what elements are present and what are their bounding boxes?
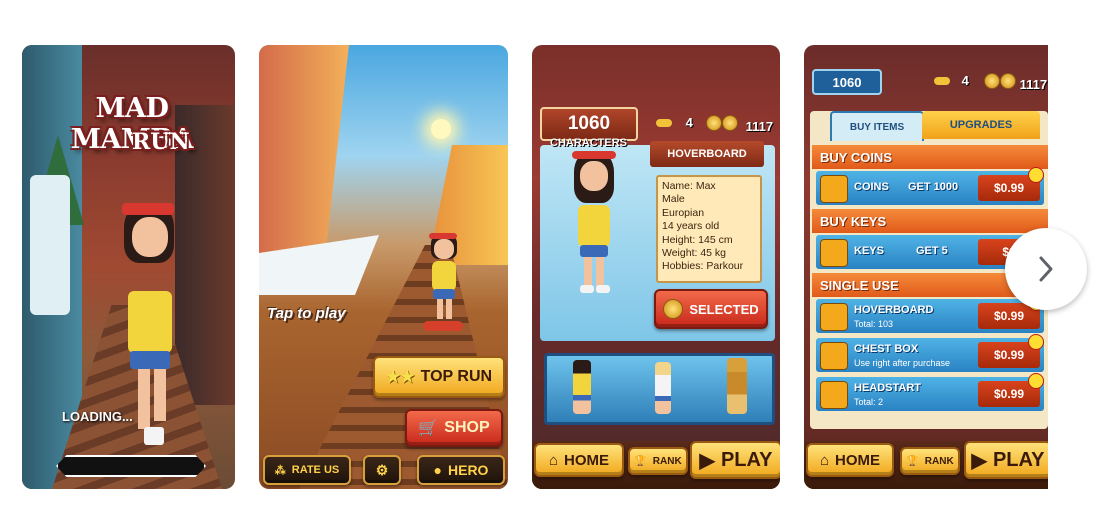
character-lineup[interactable]: [544, 353, 775, 425]
coins-row[interactable]: COINS GET 1000 $0.99: [816, 167, 1044, 205]
trophy-icon: 🏆: [634, 455, 647, 467]
coin-bag-icon: [820, 175, 848, 203]
headstart-row[interactable]: HEADSTART Total: 2 $0.99: [816, 373, 1044, 411]
carousel-next-button[interactable]: [1005, 228, 1087, 310]
chest-icon: [820, 342, 848, 370]
hero-mask-icon: ●: [433, 462, 442, 478]
rocket-icon: [820, 381, 848, 409]
coins-counter: 1117: [706, 115, 773, 134]
play-button[interactable]: ▶ PLAY: [690, 441, 780, 479]
play-icon: ▶: [971, 449, 987, 472]
screenshot-menu[interactable]: Tap to play ★★ TOP RUN 🛒 SHOP ⁂ RATE US …: [259, 45, 508, 489]
hoverboard-button[interactable]: HOVERBOARD: [650, 141, 764, 167]
selected-button[interactable]: SELECTED: [654, 289, 768, 329]
home-icon: ⌂: [819, 451, 830, 469]
key-icon: [934, 77, 950, 85]
keys-counter: 4: [656, 115, 693, 130]
characters-label: CHARACTERS: [550, 137, 627, 149]
sale-badge-icon: [1028, 373, 1044, 389]
shop-button[interactable]: 🛒 SHOP: [405, 409, 503, 447]
cart-icon: 🛒: [418, 420, 439, 437]
runner-on-hoverboard: [419, 231, 469, 341]
top-run-button[interactable]: ★★ TOP RUN: [373, 356, 505, 398]
loading-text: LOADING...: [62, 409, 133, 424]
play-icon: ▶: [699, 449, 715, 472]
hoverboard-icon: [820, 303, 848, 331]
settings-button[interactable]: ⚙: [363, 455, 401, 485]
sun: [431, 119, 451, 139]
rate-us-button[interactable]: ⁂ RATE US: [263, 455, 351, 485]
home-icon: ⌂: [548, 451, 559, 469]
chevron-right-icon: [1039, 256, 1053, 282]
stars-icon: ★★: [385, 369, 415, 386]
tab-buy-items[interactable]: BUY ITEMS: [830, 111, 924, 141]
home-button[interactable]: ⌂ HOME: [806, 443, 894, 477]
key-icon: [820, 239, 848, 267]
selected-character: [566, 149, 626, 299]
hero-button[interactable]: ● HERO: [417, 455, 505, 485]
game-title-sub: RUN: [132, 129, 190, 155]
snow-bank: [30, 175, 70, 315]
key-icon: [656, 119, 672, 127]
coin-icon: [1000, 73, 1016, 89]
coin-icon: [706, 115, 722, 131]
gear-icon: ⚙: [375, 461, 389, 478]
coin-icon: [722, 115, 738, 131]
coin-icon: [984, 73, 1000, 89]
home-button[interactable]: ⌂ HOME: [534, 443, 624, 477]
coins-counter: 1117: [984, 73, 1047, 92]
chest-box-row[interactable]: CHEST BOX Use right after purchase $0.99: [816, 334, 1044, 372]
rank-button[interactable]: 🏆 RANK: [628, 447, 688, 475]
play-button[interactable]: ▶ PLAY: [964, 441, 1048, 479]
tap-to-play-text: Tap to play: [267, 305, 346, 322]
keys-counter: 4: [934, 73, 969, 88]
sale-badge-icon: [1028, 334, 1044, 350]
section-buy-keys: BUY KEYS: [812, 209, 1048, 233]
stars-icon: ⁂: [274, 464, 286, 477]
loading-bar: [56, 455, 206, 477]
screenshot-characters[interactable]: 1060 CHARACTERS 4 1117 HOVERBOARD Name: …: [532, 45, 780, 489]
rank-button[interactable]: 🏆 RANK: [900, 447, 960, 475]
screenshot-loading[interactable]: MAD MAMBA RUN LOADING...: [22, 45, 235, 489]
sale-badge-icon: [1028, 167, 1044, 183]
character-info: Name: Max Male Europian 14 years old Hei…: [656, 175, 762, 283]
lock-coin-icon: [663, 299, 684, 319]
tab-upgrades[interactable]: UPGRADES: [922, 111, 1040, 139]
score-display: 1060: [812, 69, 882, 95]
score-display: 1060: [540, 107, 638, 141]
hoverboard-row[interactable]: HOVERBOARD Total: 103 $0.99: [816, 295, 1044, 333]
section-buy-coins: BUY COINS: [812, 145, 1048, 169]
trophy-icon: 🏆: [906, 455, 919, 467]
